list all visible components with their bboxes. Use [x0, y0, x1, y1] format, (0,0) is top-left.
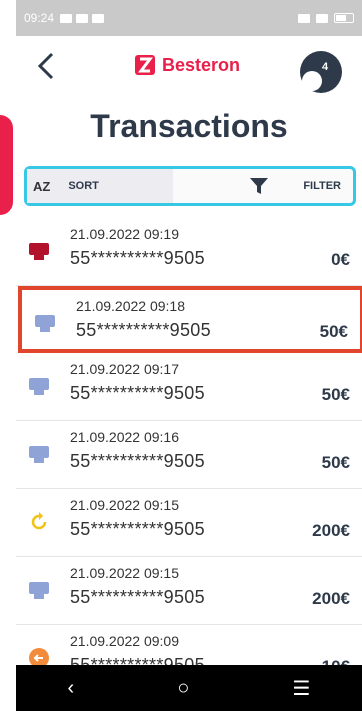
red-card-icon	[29, 243, 49, 260]
transaction-row[interactable]: 21.09.2022 09:15 55**********9505 200€	[16, 489, 362, 557]
sort-label: SORT	[68, 180, 99, 192]
filter-label: FILTER	[303, 180, 341, 192]
transaction-amount: 50€	[321, 453, 350, 472]
refresh-icon	[31, 512, 47, 530]
chevron-left-icon	[37, 52, 54, 80]
brand-logo: Besteron	[134, 54, 240, 76]
card-icon	[29, 582, 49, 599]
phone-screen: 09:24 Besteron 4 Transactions AZ SORT FI…	[16, 0, 362, 711]
transaction-card: 55**********9505	[70, 519, 205, 539]
transaction-date: 21.09.2022 09:19	[70, 226, 179, 242]
transaction-row[interactable]: 21.09.2022 09:17 55**********9505 50€	[16, 353, 362, 421]
nav-back-button[interactable]: ‹	[68, 677, 75, 700]
app-header: Besteron 4	[16, 36, 362, 100]
sort-az-icon: AZ	[33, 178, 51, 194]
status-time: 09:24	[24, 11, 55, 25]
nav-menu-button[interactable]: ☰	[293, 676, 311, 701]
filter-button[interactable]: FILTER	[249, 176, 353, 196]
battery-icon	[334, 13, 354, 23]
status-right-icons	[298, 13, 354, 23]
transaction-date: 21.09.2022 09:15	[70, 565, 179, 581]
cast-icon	[298, 13, 310, 23]
transaction-date: 21.09.2022 09:17	[70, 361, 179, 377]
transaction-row[interactable]: 21.09.2022 09:19 55**********9505 0€	[16, 218, 362, 286]
transaction-card: 55**********9505	[70, 451, 205, 471]
back-button[interactable]	[30, 50, 62, 82]
profile-avatar-button[interactable]: 4	[300, 51, 342, 93]
transaction-row[interactable]: 21.09.2022 09:15 55**********9505 200€	[16, 557, 362, 625]
card-icon	[29, 378, 49, 395]
transaction-list: 21.09.2022 09:19 55**********9505 0€ 21.…	[16, 218, 362, 693]
filter-funnel-icon	[250, 178, 269, 194]
transaction-card: 55**********9505	[70, 587, 205, 607]
transaction-row-selected[interactable]: 21.09.2022 09:18 55**********9505 50€	[18, 286, 362, 353]
transaction-amount: 50€	[319, 322, 348, 341]
transaction-date: 21.09.2022 09:16	[70, 429, 179, 445]
status-notification-icons	[60, 13, 105, 23]
card-icon	[35, 315, 55, 332]
transaction-card: 55**********9505	[70, 248, 205, 268]
transaction-row[interactable]: 21.09.2022 09:16 55**********9505 50€	[16, 421, 362, 489]
page-title: Transactions	[90, 108, 288, 144]
transaction-card: 55**********9505	[76, 320, 211, 340]
notification-count-badge: 4	[322, 61, 329, 73]
wifi-icon	[316, 13, 328, 23]
transaction-amount: 200€	[312, 521, 350, 540]
sort-button[interactable]: AZ SORT	[27, 169, 173, 203]
besteron-logo-icon	[135, 55, 155, 75]
transaction-amount: 50€	[321, 385, 350, 404]
transaction-date: 21.09.2022 09:15	[70, 497, 179, 513]
brand-name: Besteron	[162, 54, 241, 75]
transaction-date: 21.09.2022 09:18	[76, 298, 185, 314]
sort-filter-bar: AZ SORT FILTER	[24, 166, 356, 206]
nav-home-button[interactable]: ○	[177, 677, 189, 700]
transaction-amount: 200€	[312, 589, 350, 608]
status-bar: 09:24	[16, 0, 362, 36]
transaction-card: 55**********9505	[70, 383, 205, 403]
decorative-red-strip	[0, 115, 13, 215]
android-navigation-bar: ‹ ○ ☰	[16, 665, 362, 711]
transaction-amount: 0€	[331, 250, 350, 269]
person-icon	[302, 71, 322, 91]
transaction-date: 21.09.2022 09:09	[70, 633, 179, 649]
card-icon	[29, 446, 49, 463]
